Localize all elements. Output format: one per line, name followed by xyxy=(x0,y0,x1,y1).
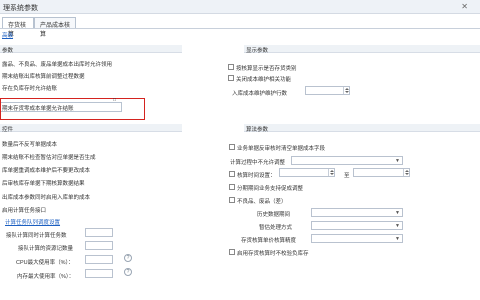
left-bottom-section-title: 控件 xyxy=(2,127,14,133)
calc-adjust-select[interactable]: ▼ xyxy=(291,156,403,165)
queue-tasks-input[interactable] xyxy=(85,228,113,237)
left-bottom-option-2: 期末结账不检查暂估对应单据是否生成 xyxy=(2,155,96,161)
tab-label: 产品成本核算 xyxy=(40,23,71,38)
right-option-1: 按核算显示是否存货类别 xyxy=(236,66,297,72)
left-top-section-title: 参数 xyxy=(2,48,14,54)
estimate-method-select[interactable]: ▼ xyxy=(311,221,403,230)
left-top-section-header xyxy=(0,45,182,53)
period-business-checkbox[interactable] xyxy=(229,184,235,190)
memory-help-icon[interactable]: ? xyxy=(124,268,132,276)
close-maintenance-checkbox[interactable] xyxy=(228,75,234,81)
right-top-section-title: 显示参数 xyxy=(246,48,269,54)
history-period-select[interactable]: ▼ xyxy=(311,208,403,217)
right-bottom-option-3: 核算时间设置： xyxy=(237,173,276,179)
right-bottom-option-6: 历史数据期间 xyxy=(257,212,291,218)
right-bottom-option-4: 分期期间业务支持促成调整 xyxy=(237,186,304,192)
right-bottom-section-header xyxy=(244,124,480,132)
chevron-down-icon: ▼ xyxy=(395,210,400,216)
calc-queue-link[interactable]: 计算任务队列调度设置 xyxy=(5,218,60,226)
cursor-marker: □ xyxy=(113,97,117,103)
left-option-3: 存在负库存时允许结账 xyxy=(2,86,58,92)
right-bottom-option-2: 计算过程中不允许调整 xyxy=(230,160,286,166)
chevron-down-icon: ▼ xyxy=(395,223,400,229)
right-top-section-header xyxy=(244,45,480,53)
right-bottom-option-9: 启用存货核算时不校验负库存 xyxy=(237,251,309,257)
window-title: 理系统参数 xyxy=(3,5,38,12)
stepper-icon[interactable] xyxy=(343,87,349,94)
right-bottom-option-1: 业务单据反审核时清空单据成本字段 xyxy=(237,146,326,152)
tab-divider xyxy=(0,28,480,29)
cpu-max-input[interactable] xyxy=(85,255,113,264)
time-stepper-icon[interactable] xyxy=(328,169,334,176)
chevron-down-icon: ▼ xyxy=(395,158,400,164)
queue-resource-input[interactable] xyxy=(85,241,113,250)
chevron-down-icon: ▼ xyxy=(395,236,400,242)
time-to-label: 至 xyxy=(344,173,350,179)
field-label-3: CPU最大使用率（%）： xyxy=(16,260,74,266)
clear-cost-checkbox[interactable] xyxy=(229,144,235,150)
left-bottom-section-header xyxy=(0,124,182,132)
field-label-4: 内存最大使用率（%）： xyxy=(17,274,75,280)
negative-stock-checkbox[interactable] xyxy=(229,249,235,255)
field-label-1: 接队计算同时计算任务数 xyxy=(6,233,67,239)
time-stepper-icon[interactable] xyxy=(403,169,409,176)
calc-time-end-input[interactable] xyxy=(353,168,410,177)
calc-time-checkbox[interactable] xyxy=(229,171,235,177)
right-option-3: 入库成本维护维护行数 xyxy=(232,91,288,97)
left-bottom-option-5: 出库成本参数同时启用入库单的成本 xyxy=(2,195,91,201)
left-option-1: 露品、不良品、废品单据成本出库时允许领用 xyxy=(2,62,113,68)
advanced-link[interactable]: 高级 xyxy=(2,31,13,39)
left-bottom-option-3: 库单据重调成本维护后不要更改成本 xyxy=(2,168,91,174)
memory-max-input[interactable] xyxy=(85,269,113,278)
left-option-2: 期末结账出库核算前调整过程数据 xyxy=(2,74,85,80)
right-bottom-option-8: 存货核算单价核算精度 xyxy=(241,238,297,244)
cpu-help-icon[interactable]: ? xyxy=(124,254,132,262)
left-bottom-option-4: 后审核库存单据下期核算数据结果 xyxy=(2,181,85,187)
field-label-2: 接队计算的资源记数量 xyxy=(18,246,74,252)
right-bottom-section-title: 算法参数 xyxy=(246,127,269,133)
right-bottom-option-5: 不良品、废品（差） xyxy=(237,199,287,205)
title-bar xyxy=(0,0,480,14)
close-icon[interactable]: ✕ xyxy=(461,2,468,11)
calc-time-start-input[interactable] xyxy=(279,168,335,177)
defect-goods-checkbox[interactable] xyxy=(229,197,235,203)
maintenance-rows-input[interactable] xyxy=(305,86,350,95)
left-bottom-option-1: 数量后不反写单据成本 xyxy=(2,142,58,148)
left-bottom-option-6: 启用计算任务接口 xyxy=(2,208,47,214)
right-bottom-option-7: 暂估处理方式 xyxy=(259,225,293,231)
show-category-checkbox[interactable] xyxy=(228,64,234,70)
highlight-box xyxy=(0,98,145,120)
right-option-2: 关闭成本维护相关功能 xyxy=(236,77,292,83)
precision-select[interactable]: ▼ xyxy=(311,234,403,243)
